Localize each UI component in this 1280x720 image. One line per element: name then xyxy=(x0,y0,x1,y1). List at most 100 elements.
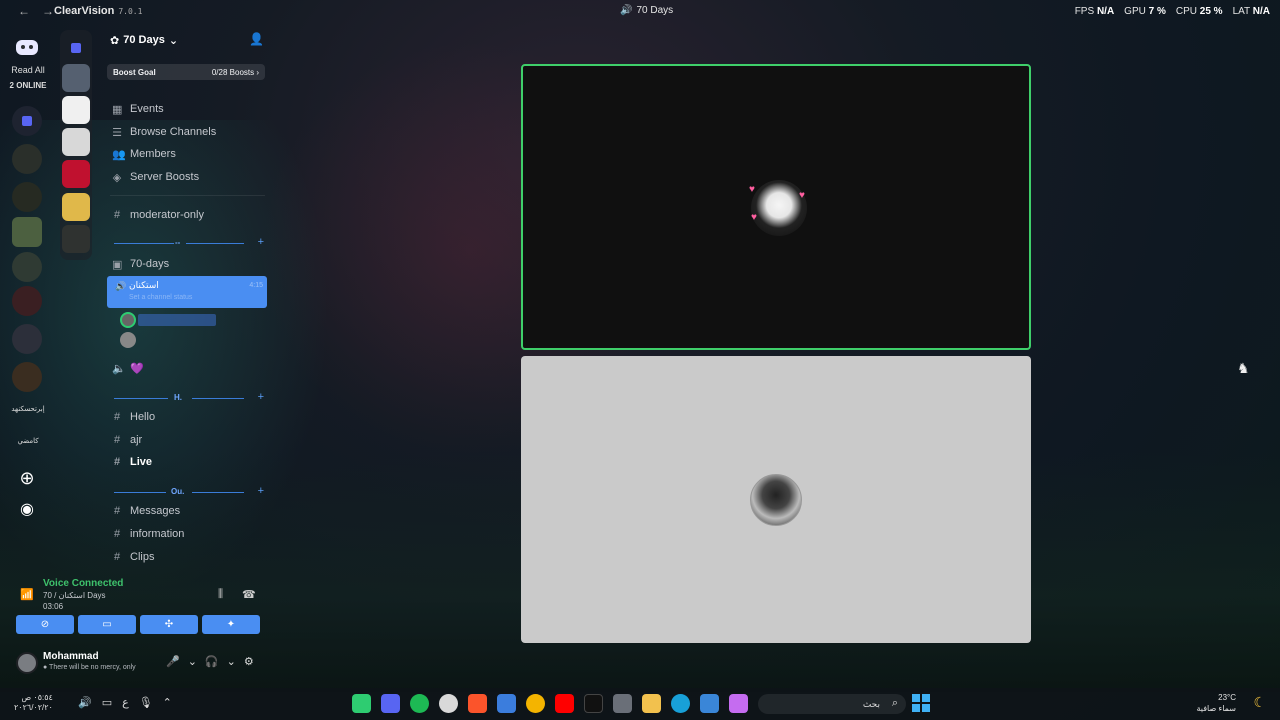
members-item[interactable]: 👥 Members xyxy=(112,145,176,163)
weather-widget[interactable]: 23°C سماء صافية xyxy=(1196,692,1236,714)
voice-channel-active[interactable]: 🔊 استكنان Set a channel status 4:15 xyxy=(107,276,267,308)
server-avatar-2-icon[interactable] xyxy=(62,96,90,124)
voice-connected-channel[interactable]: 70 / استكنان Days xyxy=(43,591,106,600)
taskbar-clock[interactable]: ٠٥:٥٤ ص ٢٠٢٦/٠٢/٢٠ xyxy=(14,693,53,713)
folder-icon[interactable] xyxy=(62,34,90,62)
chevron-up-icon[interactable]: ⌃ xyxy=(163,696,172,709)
voice-user-avatar[interactable] xyxy=(120,312,136,328)
channel-ajr[interactable]: # ajr xyxy=(112,431,142,449)
server-group-4-icon[interactable] xyxy=(12,286,42,316)
channel-information[interactable]: # information xyxy=(112,525,184,543)
channel-label: moderator-only xyxy=(130,209,204,221)
steam-icon[interactable] xyxy=(439,694,458,713)
server-boosts-label: Server Boosts xyxy=(130,171,200,183)
discord-home-icon[interactable] xyxy=(12,32,42,62)
soundboard-button[interactable]: ✦ xyxy=(202,615,260,634)
activities-button[interactable]: ✣ xyxy=(140,615,198,634)
forward-arrow-icon[interactable]: → xyxy=(42,4,54,18)
forum-70-days[interactable]: ▣ 70-days xyxy=(112,255,169,273)
channel-hello[interactable]: # Hello xyxy=(112,408,155,426)
heart-icon: ♥ xyxy=(749,184,755,195)
tiktok-icon[interactable] xyxy=(584,694,603,713)
server-avatar-1-icon[interactable] xyxy=(62,64,90,92)
voice-connected-title[interactable]: Voice Connected xyxy=(43,578,123,589)
chevron-down-icon[interactable]: ⌄ xyxy=(227,655,236,668)
server-avatar-3-icon[interactable] xyxy=(62,128,90,156)
signal-icon[interactable]: 📶 xyxy=(20,588,34,601)
read-all-button[interactable]: Read All xyxy=(0,65,56,75)
gear-icon[interactable]: ⚙ xyxy=(244,655,254,668)
avatar[interactable] xyxy=(16,652,38,674)
server-avatar-4-icon[interactable] xyxy=(62,160,90,188)
volume-icon[interactable]: 🔊 xyxy=(78,696,92,709)
back-arrow-icon[interactable]: ← xyxy=(18,4,30,18)
server-group-6-icon[interactable] xyxy=(12,362,42,392)
voice-user-avatar[interactable] xyxy=(120,332,136,348)
category-h[interactable]: H. + xyxy=(114,391,264,403)
server-label-a[interactable]: إبرتحسكنهد xyxy=(0,405,56,413)
voice-channel-other[interactable]: 🔈 💜 xyxy=(112,359,144,377)
file-explorer-icon[interactable] xyxy=(642,694,661,713)
youtube-icon[interactable] xyxy=(555,694,574,713)
taskbar-apps xyxy=(352,694,748,713)
store-icon[interactable] xyxy=(613,694,632,713)
brave-icon[interactable] xyxy=(468,694,487,713)
desktop-widget-icon[interactable]: ♞ xyxy=(1237,360,1250,377)
chrome-icon[interactable] xyxy=(526,694,545,713)
guild-header[interactable]: ✿ 70 Days ⌄ 👤 xyxy=(110,28,270,52)
server-avatar-5-icon[interactable] xyxy=(62,193,90,221)
noise-suppression-icon[interactable]: ⫼ xyxy=(218,588,223,601)
chevron-down-icon[interactable]: ⌄ xyxy=(188,655,197,668)
channel-moderator-only[interactable]: # moderator-only xyxy=(112,206,204,224)
server-folder-icon[interactable] xyxy=(12,106,42,136)
server-group-5-icon[interactable] xyxy=(12,324,42,354)
camera-off-button[interactable]: ⊘ xyxy=(16,615,74,634)
server-group-3-icon[interactable] xyxy=(12,252,42,282)
copilot-icon[interactable] xyxy=(729,694,748,713)
boost-goal-bar[interactable]: Boost Goal 0/28 Boosts › xyxy=(107,64,265,80)
camera-off-icon: ⊘ xyxy=(40,619,50,630)
server-avatar-6-icon[interactable] xyxy=(62,225,90,253)
server-group-1-icon[interactable] xyxy=(12,144,42,174)
category-ou[interactable]: Ou. + xyxy=(114,485,264,497)
discord-icon[interactable] xyxy=(381,694,400,713)
channel-messages[interactable]: # Messages xyxy=(112,502,180,520)
spotify-icon[interactable] xyxy=(410,694,429,713)
language-indicator[interactable]: ع xyxy=(122,696,129,709)
voice-channel-status[interactable]: Set a channel status xyxy=(129,294,192,301)
microphone-icon[interactable]: 🎙 xyxy=(139,696,153,709)
windows-start-icon[interactable] xyxy=(912,694,930,712)
events-item[interactable]: ▦ Events xyxy=(112,100,164,118)
add-server-icon[interactable]: ⊕ xyxy=(12,464,42,494)
invite-people-icon[interactable]: 👤 xyxy=(249,32,264,46)
screen-share-button[interactable]: ▭ xyxy=(78,615,136,634)
mail-icon[interactable] xyxy=(700,694,719,713)
channel-live[interactable]: # Live xyxy=(112,453,152,471)
add-channel-icon[interactable]: + xyxy=(258,485,264,497)
disconnect-icon[interactable]: ☎ xyxy=(242,588,256,601)
voice-user-name[interactable] xyxy=(138,314,216,326)
app-icon[interactable] xyxy=(497,694,516,713)
server-label-b[interactable]: كامضي xyxy=(0,437,56,445)
channel-clips[interactable]: # Clips xyxy=(112,548,155,566)
microphone-icon[interactable]: 🎤 xyxy=(166,655,180,668)
category-1[interactable]: -- + xyxy=(114,236,264,248)
search-input[interactable]: بحث ⌕ xyxy=(758,694,906,714)
channel-sidebar: ✿ 70 Days ⌄ 👤 Boost Goal 0/28 Boosts › ▦… xyxy=(100,24,272,572)
browse-channels-item[interactable]: ☰ Browse Channels xyxy=(112,123,216,141)
app-icon[interactable] xyxy=(352,694,371,713)
divider xyxy=(110,195,265,196)
add-channel-icon[interactable]: + xyxy=(258,391,264,403)
server-mcs-icon[interactable] xyxy=(12,217,42,247)
video-tile[interactable] xyxy=(521,356,1031,643)
edge-icon[interactable] xyxy=(671,694,690,713)
user-name[interactable]: Mohammad xyxy=(43,651,99,662)
voice-channel-label: 💜 xyxy=(130,362,144,375)
server-group-2-icon[interactable] xyxy=(12,182,42,212)
explore-icon[interactable]: ◉ xyxy=(12,496,42,526)
network-icon[interactable]: ▭ xyxy=(102,696,112,709)
add-channel-icon[interactable]: + xyxy=(258,236,264,248)
headphones-icon[interactable]: 🎧 xyxy=(205,655,219,668)
server-boosts-item[interactable]: ◈ Server Boosts xyxy=(112,168,199,186)
video-tile-speaking[interactable]: ♥ ♥ ♥ xyxy=(521,64,1031,350)
